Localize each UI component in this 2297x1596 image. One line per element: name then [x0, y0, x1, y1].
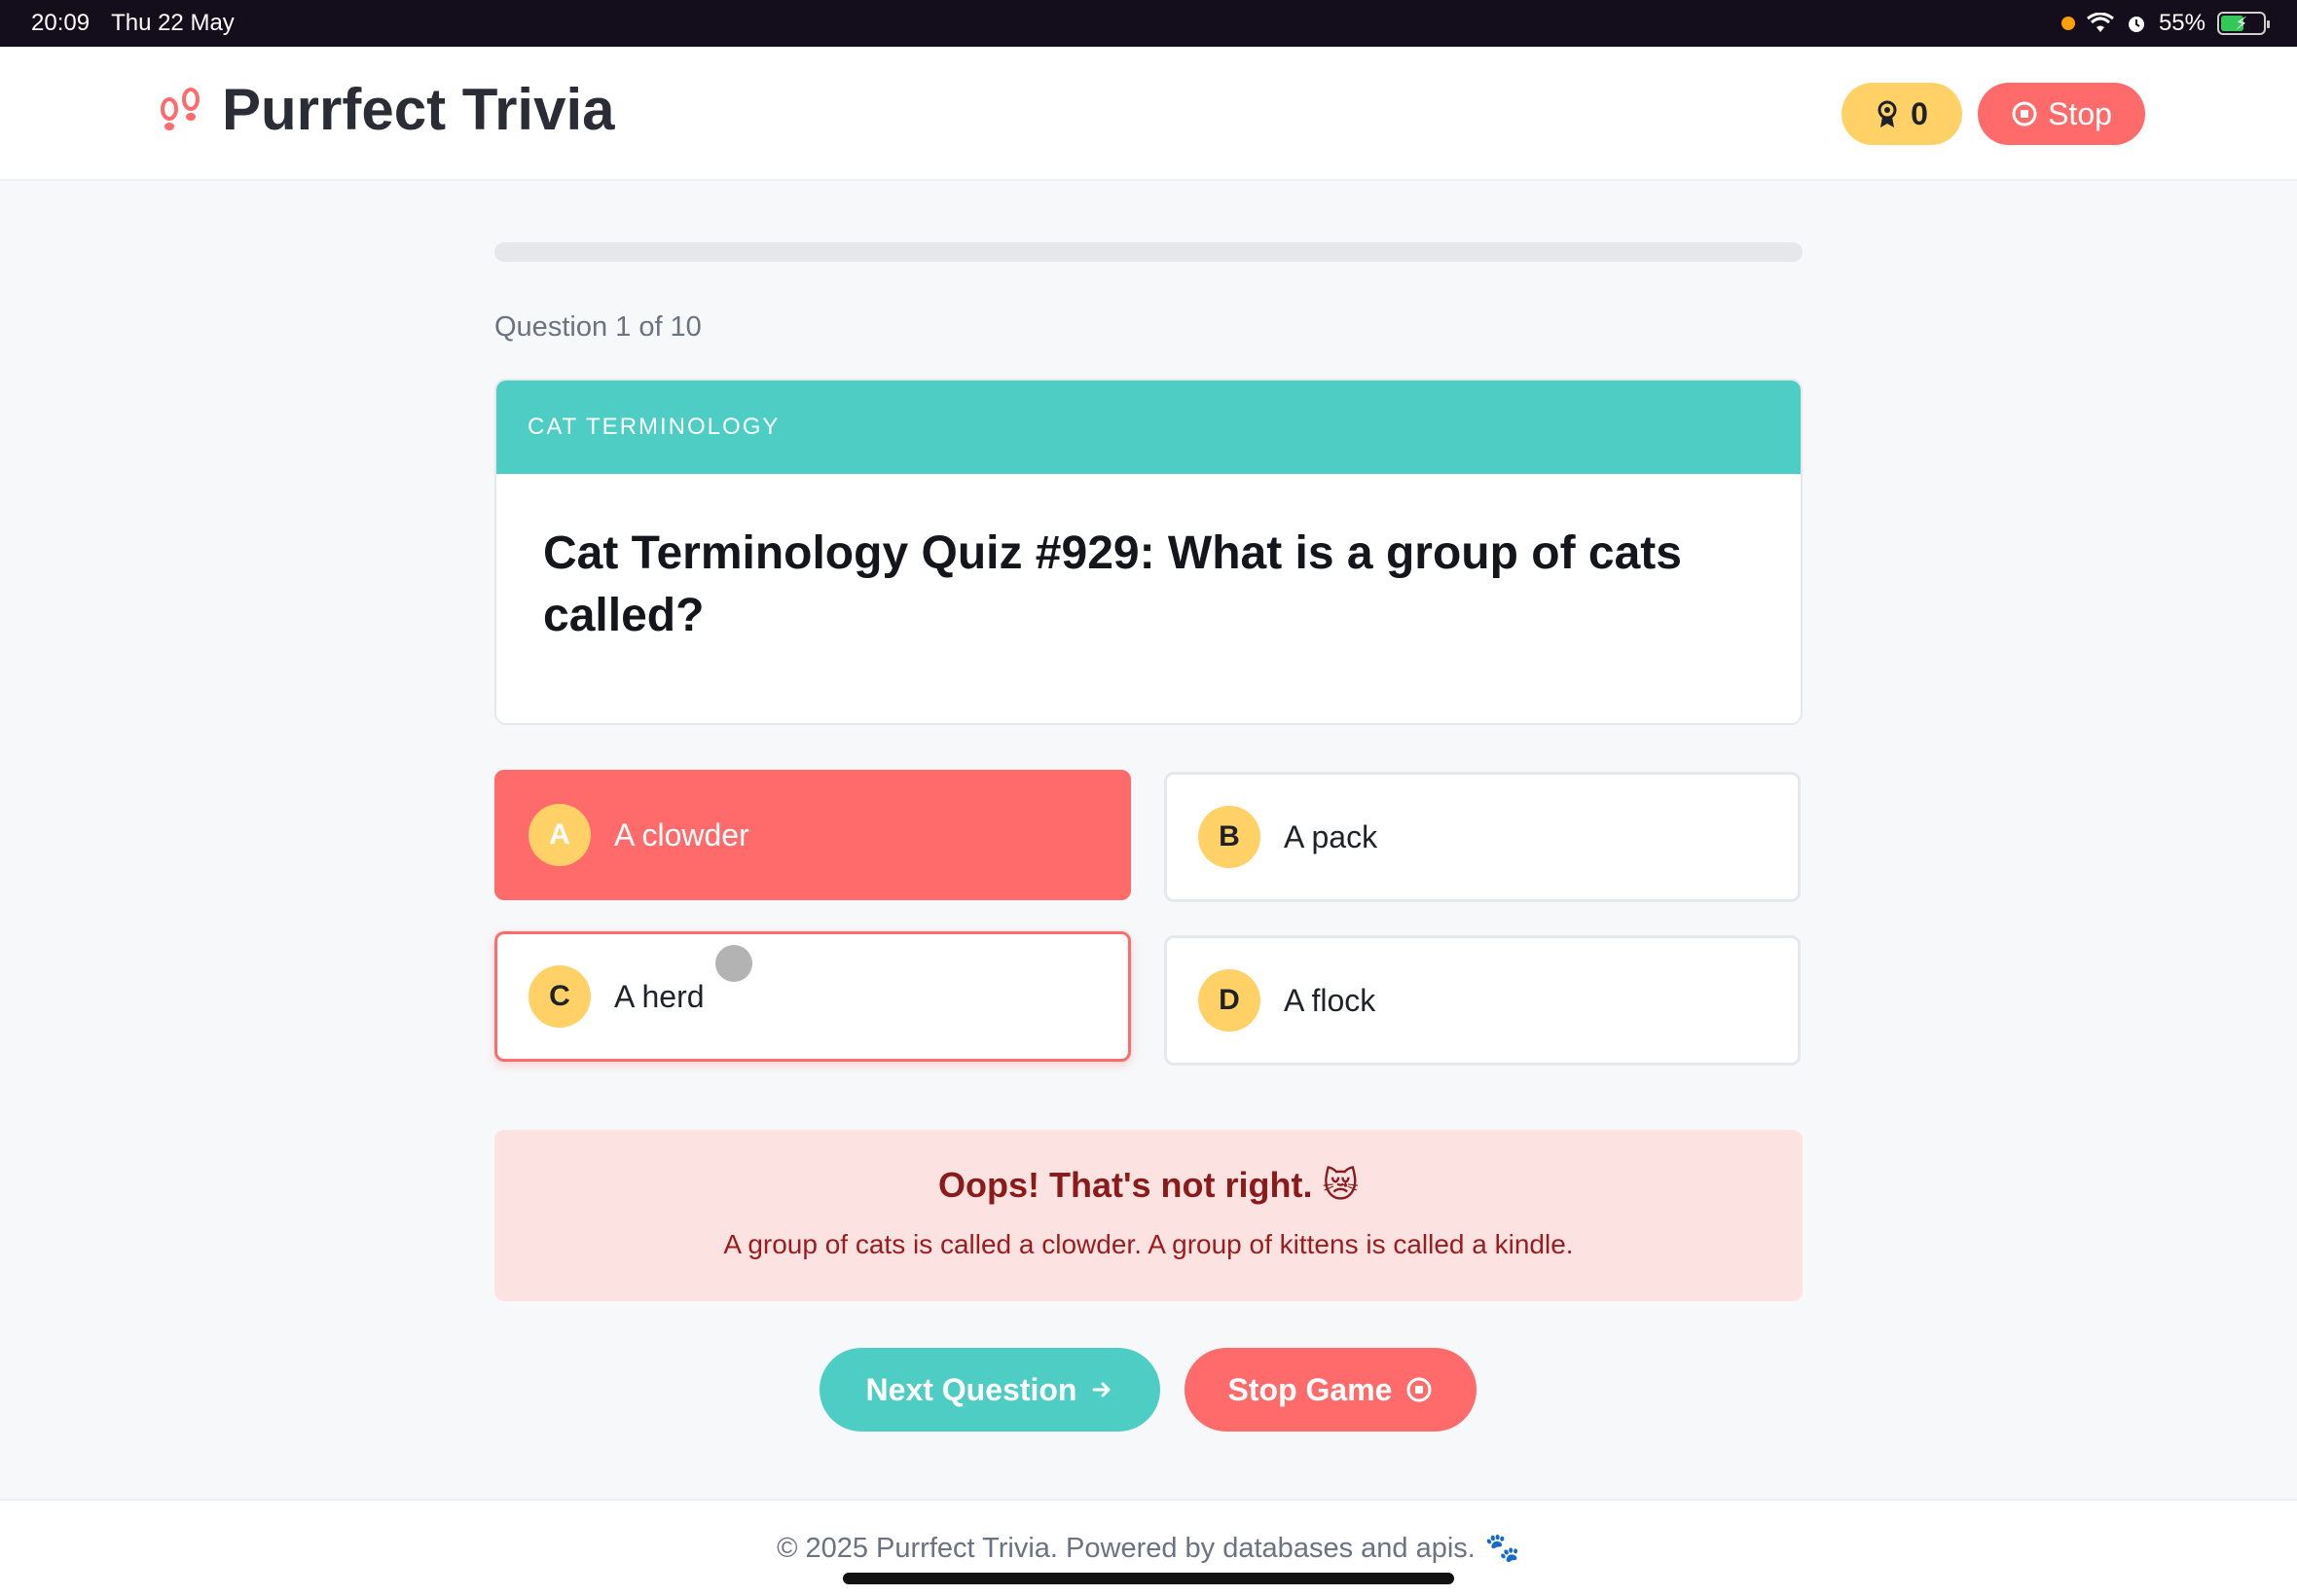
battery-icon: ⚡	[2217, 12, 2270, 35]
question-card: CAT TERMINOLOGY Cat Terminology Quiz #92…	[494, 379, 1803, 725]
privacy-indicator-icon	[2060, 17, 2075, 30]
score-value: 0	[1911, 95, 1928, 131]
status-time: 20:09	[31, 10, 91, 36]
award-icon	[1878, 100, 1897, 127]
stop-button-label: Stop	[2048, 95, 2112, 131]
answer-option-b[interactable]: B A pack	[1164, 772, 1801, 902]
stop-button[interactable]: Stop	[1978, 83, 2145, 145]
touch-indicator	[715, 945, 752, 982]
paw-prints-icon	[161, 87, 200, 130]
home-indicator[interactable]	[843, 1573, 1454, 1584]
answer-option-c[interactable]: C A herd	[494, 931, 1131, 1062]
answer-letter: D	[1198, 969, 1260, 1032]
paw-emoji-icon: 🐾	[1484, 1533, 1520, 1564]
question-counter: Question 1 of 10	[494, 311, 702, 343]
answer-letter: B	[1198, 806, 1260, 868]
feedback-panel: Oops! That's not right. 😿 A group of cat…	[494, 1130, 1803, 1301]
answer-text: A herd	[614, 978, 705, 1014]
answer-letter: A	[529, 804, 591, 866]
stop-circle-icon	[1406, 1377, 1432, 1402]
answer-text: A pack	[1284, 818, 1378, 854]
answer-letter: C	[529, 965, 591, 1028]
question-text: Cat Terminology Quiz #929: What is a gro…	[543, 527, 1682, 641]
feedback-explanation: A group of cats is called a clowder. A g…	[723, 1229, 1574, 1259]
stop-game-button[interactable]: Stop Game	[1185, 1348, 1477, 1432]
answer-option-d[interactable]: D A flock	[1164, 935, 1801, 1066]
stop-game-label: Stop Game	[1227, 1371, 1393, 1407]
question-category: CAT TERMINOLOGY	[496, 381, 1801, 474]
alarm-icon	[2128, 17, 2144, 32]
score-badge: 0	[1841, 83, 1962, 145]
next-question-label: Next Question	[865, 1371, 1077, 1407]
next-question-button[interactable]: Next Question	[820, 1348, 1160, 1432]
battery-percent: 55%	[2158, 10, 2206, 36]
quiz-progress-bar	[494, 242, 1803, 262]
answer-text: A clowder	[614, 816, 749, 852]
app-header: Purrfect Trivia 0 Stop	[0, 47, 2297, 181]
feedback-title: Oops! That's not right. 😿	[937, 1165, 1360, 1205]
device-status-bar: 20:09 Thu 22 May 55% ⚡	[0, 0, 2297, 47]
footer-text: © 2025 Purrfect Trivia. Powered by datab…	[777, 1532, 1476, 1564]
status-date: Thu 22 May	[111, 10, 235, 36]
app-title: Purrfect Trivia	[222, 77, 615, 142]
arrow-right-icon	[1092, 1382, 1111, 1397]
answer-text: A flock	[1284, 982, 1376, 1018]
brand[interactable]: Purrfect Trivia	[156, 76, 615, 143]
wifi-icon	[2087, 13, 2114, 32]
answer-option-a[interactable]: A A clowder	[494, 770, 1131, 900]
stop-circle-icon	[2012, 101, 2037, 127]
